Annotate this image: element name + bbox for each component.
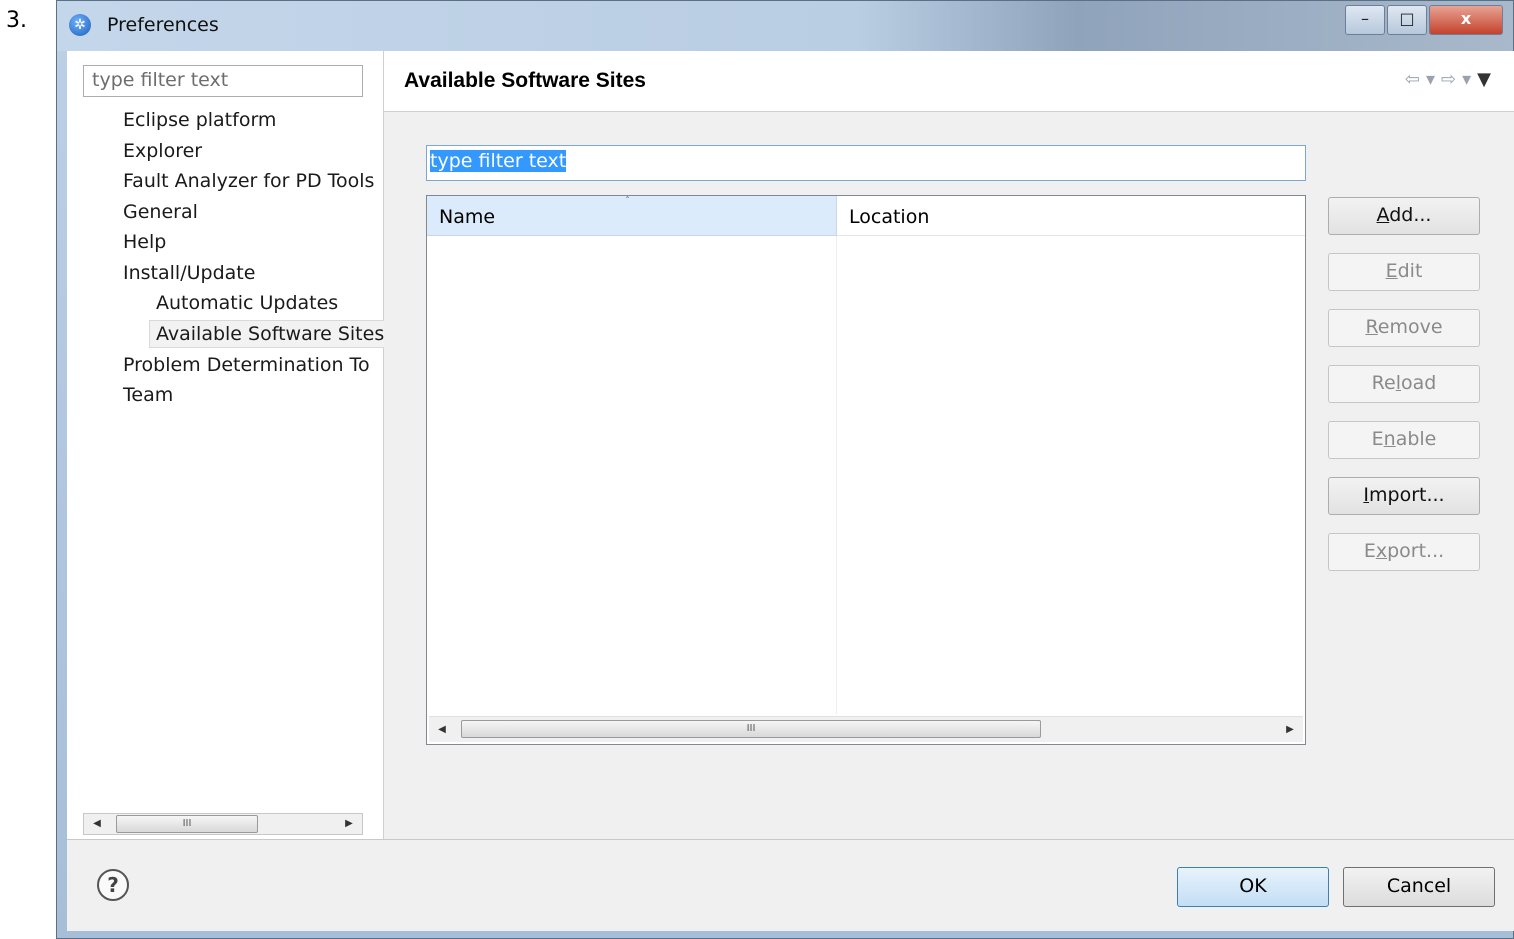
scroll-right-arrow-icon[interactable]: ▶ (338, 814, 360, 834)
step-number: 3. (6, 8, 27, 33)
import-button[interactable]: Import... (1328, 477, 1480, 515)
add-button[interactable]: Add... (1328, 197, 1480, 235)
tree-item-help[interactable]: Help (117, 229, 172, 255)
close-button[interactable]: x (1429, 5, 1503, 35)
column-header-name-label: Name (439, 206, 496, 228)
column-divider (836, 236, 837, 714)
preference-tree-panel: type filter text Eclipse platform Explor… (67, 51, 392, 839)
column-header-location[interactable]: Location (837, 196, 1305, 236)
back-arrow-icon[interactable]: ⇦ (1405, 69, 1426, 90)
remove-button[interactable]: Remove (1328, 309, 1480, 347)
help-icon[interactable]: ? (97, 869, 129, 901)
sites-table[interactable]: ˆ Name Location ◀ III ▶ (426, 195, 1306, 745)
page-title: Available Software Sites (404, 69, 646, 92)
cancel-button[interactable]: Cancel (1343, 867, 1495, 907)
tree-item-install-update[interactable]: Install/Update (117, 260, 261, 286)
minimize-button[interactable]: – (1345, 5, 1385, 35)
sites-filter-input[interactable]: type filter text (426, 145, 1306, 181)
tree-item-fault-analyzer[interactable]: Fault Analyzer for PD Tools (117, 168, 380, 194)
tree-item-eclipse-platform[interactable]: Eclipse platform (117, 107, 282, 133)
eclipse-gear-icon: ✲ (69, 14, 91, 36)
tree-item-explorer[interactable]: Explorer (117, 138, 208, 164)
column-header-name[interactable]: ˆ Name (427, 196, 837, 236)
title-bar[interactable]: ✲ Preferences – □ x (57, 1, 1513, 51)
tree-item-general[interactable]: General (117, 199, 204, 225)
edit-button[interactable]: Edit (1328, 253, 1480, 291)
ok-button[interactable]: OK (1177, 867, 1329, 907)
tree-filter-input[interactable]: type filter text (83, 65, 363, 97)
scrollbar-thumb[interactable]: III (461, 720, 1041, 738)
tree-item-team[interactable]: Team (117, 382, 179, 408)
maximize-button[interactable]: □ (1387, 5, 1427, 35)
sort-ascending-icon: ˆ (625, 196, 630, 207)
enable-button[interactable]: Enable (1328, 421, 1480, 459)
scroll-left-arrow-icon[interactable]: ◀ (86, 814, 108, 834)
page-navigation: ⇦▾⇨▾▼ (1405, 69, 1497, 90)
forward-menu-icon[interactable]: ▾ (1462, 69, 1477, 90)
window-title: Preferences (107, 14, 219, 36)
page-header: Available Software Sites ⇦▾⇨▾▼ (384, 51, 1514, 112)
sites-filter-selected-text: type filter text (430, 150, 567, 172)
export-button[interactable]: Export... (1328, 533, 1480, 571)
tree-item-automatic-updates[interactable]: Automatic Updates (150, 290, 344, 316)
dialog-client: type filter text Eclipse platform Explor… (67, 51, 1514, 931)
preference-page: Available Software Sites ⇦▾⇨▾▼ type filt… (384, 51, 1514, 839)
table-horizontal-scrollbar[interactable]: ◀ III ▶ (429, 716, 1303, 742)
forward-arrow-icon[interactable]: ⇨ (1441, 69, 1462, 90)
footer-separator (67, 839, 1514, 840)
scrollbar-thumb[interactable]: III (116, 815, 258, 833)
reload-button[interactable]: Reload (1328, 365, 1480, 403)
scroll-left-arrow-icon[interactable]: ◀ (431, 720, 453, 740)
tree-horizontal-scrollbar[interactable]: ◀ III ▶ (83, 813, 363, 835)
tree-item-problem-determination[interactable]: Problem Determination To (117, 352, 376, 378)
view-menu-icon[interactable]: ▼ (1477, 69, 1497, 90)
tree-item-available-software-sites[interactable]: Available Software Sites (149, 320, 392, 348)
preferences-window: ✲ Preferences – □ x type filter text Ecl… (56, 0, 1514, 939)
scroll-right-arrow-icon[interactable]: ▶ (1279, 720, 1301, 740)
back-menu-icon[interactable]: ▾ (1426, 69, 1441, 90)
